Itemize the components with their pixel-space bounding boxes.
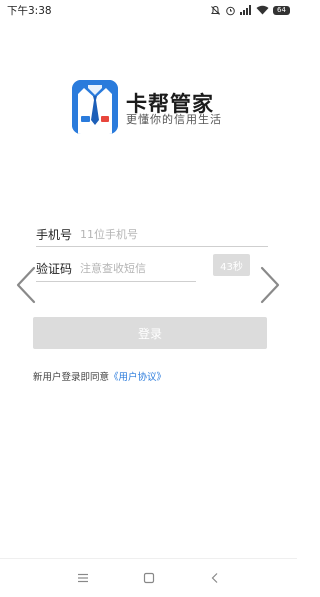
- status-time: 下午3:38: [7, 4, 52, 17]
- home-icon[interactable]: [143, 572, 155, 584]
- wifi-icon: [256, 5, 269, 15]
- phone-label: 手机号: [36, 227, 73, 242]
- agreement-text: 新用户登录即同意《用户协议》: [33, 369, 166, 383]
- agreement-prefix: 新用户登录即同意: [33, 372, 110, 383]
- mute-icon: [211, 5, 220, 15]
- alarm-icon: [226, 6, 235, 15]
- app-icon: [72, 80, 118, 134]
- code-row: 验证码: [36, 255, 225, 281]
- code-input[interactable]: [80, 261, 225, 275]
- code-underline: [36, 281, 196, 282]
- phone-input[interactable]: [80, 227, 225, 241]
- phone-underline: [36, 246, 268, 247]
- chevron-right-icon[interactable]: [258, 265, 282, 305]
- shirt-tie-icon: [72, 80, 118, 134]
- chevron-left-icon[interactable]: [14, 265, 38, 305]
- app-slogan: 更懂你的信用生活: [126, 113, 222, 126]
- back-icon[interactable]: [210, 572, 220, 584]
- login-button[interactable]: 登录: [33, 317, 267, 349]
- status-icons: 64: [210, 5, 290, 16]
- menu-icon[interactable]: [77, 573, 89, 583]
- countdown-button[interactable]: 43秒: [213, 254, 250, 276]
- code-label: 验证码: [36, 261, 73, 276]
- signal-icon: [240, 5, 251, 15]
- status-bar: 下午3:38 64: [0, 0, 297, 20]
- phone-row: 手机号: [36, 222, 268, 246]
- user-agreement-link[interactable]: 《用户协议》: [109, 372, 166, 383]
- system-nav-bar: [0, 558, 297, 597]
- battery-icon: 64: [273, 5, 290, 15]
